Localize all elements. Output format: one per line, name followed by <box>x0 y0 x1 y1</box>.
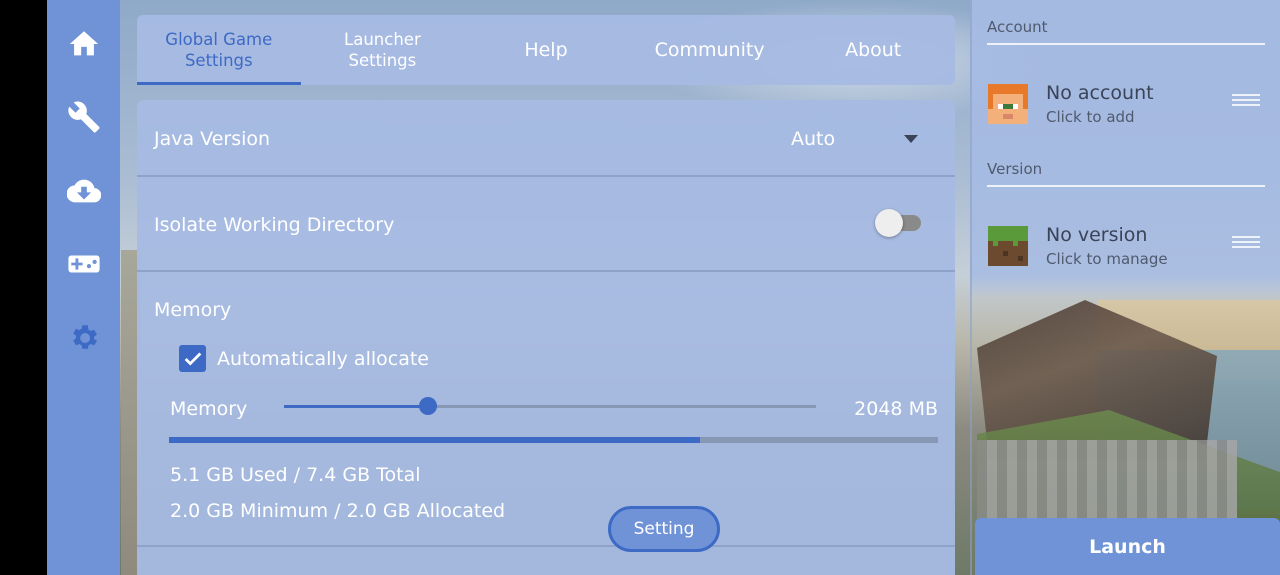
tab-about[interactable]: About <box>791 15 955 85</box>
java-version-select[interactable]: Auto <box>777 120 922 158</box>
settings-tab-bar: Global Game Settings Launcher Settings H… <box>137 15 955 85</box>
memory-slider-value: 2048 MB <box>854 398 938 420</box>
memory-slider-label: Memory <box>170 398 248 420</box>
tab-launcher-settings[interactable]: Launcher Settings <box>301 15 465 85</box>
cloud-download-icon <box>66 179 101 203</box>
toggle-thumb <box>875 209 903 237</box>
dropdown-arrow-icon <box>904 135 918 143</box>
right-panel: Account No account Click to add Version <box>970 0 1280 575</box>
gear-icon <box>72 325 97 349</box>
rail-download-button[interactable] <box>47 163 120 219</box>
account-sub: Click to add <box>1046 108 1135 126</box>
account-divider <box>987 43 1265 45</box>
rail-settings-button[interactable] <box>47 310 120 366</box>
account-avatar-icon <box>988 84 1028 124</box>
version-entry[interactable]: No version Click to manage <box>970 218 1280 280</box>
tab-global-game-settings[interactable]: Global Game Settings <box>137 15 301 85</box>
checkmark-icon <box>184 352 201 366</box>
isolate-directory-toggle[interactable] <box>875 209 921 237</box>
rail-controls-button[interactable] <box>47 236 120 292</box>
settings-panel: Java Version Auto Isolate Working Direct… <box>137 100 955 575</box>
memory-section-title: Memory <box>154 299 232 321</box>
memory-usage-fill <box>169 437 700 443</box>
isolate-directory-label: Isolate Working Directory <box>154 214 395 236</box>
auto-allocate-label: Automatically allocate <box>217 348 429 370</box>
memory-setting-button[interactable]: Setting <box>608 506 720 552</box>
auto-allocate-checkbox[interactable] <box>179 345 206 372</box>
slider-fill <box>284 405 428 408</box>
memory-section: Memory Automatically allocate Memory 204… <box>137 272 955 547</box>
java-version-value: Auto <box>791 128 836 150</box>
version-sub: Click to manage <box>1046 250 1168 268</box>
side-rail <box>47 0 120 575</box>
memory-slider[interactable] <box>284 396 816 416</box>
right-panel-divider <box>970 0 972 575</box>
tab-help[interactable]: Help <box>464 15 628 85</box>
version-section-title: Version <box>987 160 1043 178</box>
java-version-label: Java Version <box>154 128 271 150</box>
home-icon <box>69 31 98 56</box>
launch-button[interactable]: Launch <box>975 518 1280 575</box>
wrench-icon <box>67 101 100 133</box>
rail-tools-button[interactable] <box>47 89 120 145</box>
memory-allocated-text: 2.0 GB Minimum / 2.0 GB Allocated <box>170 500 506 522</box>
memory-used-text: 5.1 GB Used / 7.4 GB Total <box>170 464 421 486</box>
account-menu-icon[interactable] <box>1232 94 1260 110</box>
tab-community[interactable]: Community <box>628 15 792 85</box>
version-menu-icon[interactable] <box>1232 236 1260 252</box>
grass-block-icon <box>988 226 1028 266</box>
screen-edge <box>0 0 47 575</box>
slider-thumb[interactable] <box>418 397 437 415</box>
isolate-directory-row: Isolate Working Directory <box>137 177 955 272</box>
rail-home-button[interactable] <box>47 16 120 72</box>
version-divider <box>987 185 1265 187</box>
java-version-row: Java Version Auto <box>137 100 955 177</box>
memory-usage-bar <box>169 437 938 443</box>
account-name: No account <box>1046 82 1154 104</box>
account-section-title: Account <box>987 18 1048 36</box>
version-name: No version <box>1046 224 1148 246</box>
gamepad-icon <box>67 255 100 273</box>
account-entry[interactable]: No account Click to add <box>970 76 1280 138</box>
